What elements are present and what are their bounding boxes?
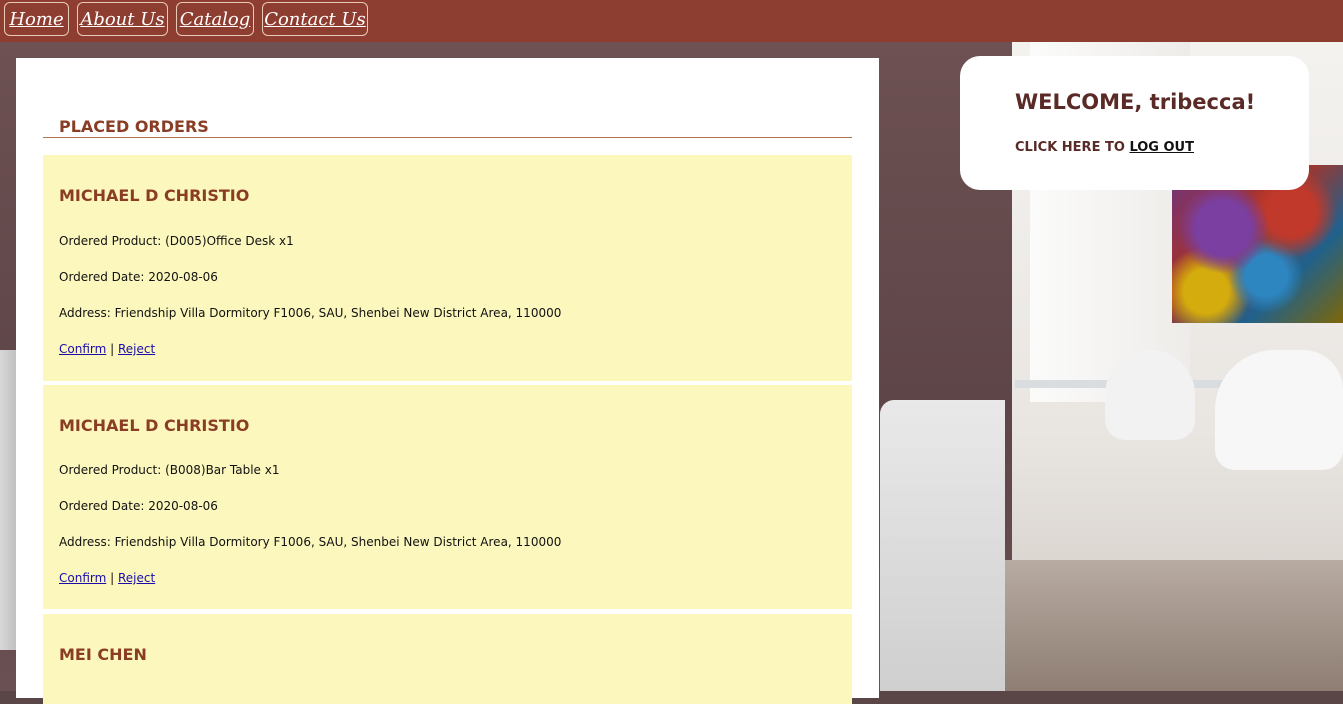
order-customer-name: MEI CHEN (59, 645, 147, 664)
order-actions: Confirm | Reject (59, 571, 155, 585)
confirm-order-link[interactable]: Confirm (59, 571, 106, 585)
reject-order-link[interactable]: Reject (118, 571, 155, 585)
page-title: PLACED ORDERS (59, 117, 209, 136)
order-date: Ordered Date: 2020-08-06 (59, 499, 218, 513)
order-card: MICHAEL D CHRISTIO Ordered Product: (B00… (43, 385, 852, 609)
action-separator: | (110, 571, 115, 585)
welcome-box: WELCOME, tribecca! CLICK HERE TO LOG OUT (960, 56, 1309, 190)
title-divider (43, 137, 852, 138)
nav-catalog-link[interactable]: Catalog (176, 2, 254, 36)
order-actions: Confirm | Reject (59, 342, 155, 356)
logout-prompt-text: CLICK HERE TO (1015, 140, 1125, 155)
reject-order-link[interactable]: Reject (118, 342, 155, 356)
order-date: Ordered Date: 2020-08-06 (59, 270, 218, 284)
top-nav: Home About Us Catalog Contact Us (0, 0, 1343, 42)
order-customer-name: MICHAEL D CHRISTIO (59, 186, 250, 205)
order-address: Address: Friendship Villa Dormitory F100… (59, 535, 562, 549)
confirm-order-link[interactable]: Confirm (59, 342, 106, 356)
nav-about-us-link[interactable]: About Us (77, 2, 168, 36)
welcome-greeting: WELCOME, tribecca! (1015, 90, 1256, 114)
order-product: Ordered Product: (B008)Bar Table x1 (59, 463, 280, 477)
order-card: MICHAEL D CHRISTIO Ordered Product: (D00… (43, 155, 852, 381)
nav-home-link[interactable]: Home (4, 2, 69, 36)
logout-prompt: CLICK HERE TO LOG OUT (1015, 140, 1194, 155)
order-product: Ordered Product: (D005)Office Desk x1 (59, 234, 294, 248)
action-separator: | (110, 342, 115, 356)
nav-contact-us-link[interactable]: Contact Us (262, 2, 368, 36)
orders-panel: PLACED ORDERS MICHAEL D CHRISTIO Ordered… (16, 58, 879, 704)
logout-link[interactable]: LOG OUT (1129, 140, 1194, 155)
order-customer-name: MICHAEL D CHRISTIO (59, 416, 250, 435)
order-address: Address: Friendship Villa Dormitory F100… (59, 306, 562, 320)
